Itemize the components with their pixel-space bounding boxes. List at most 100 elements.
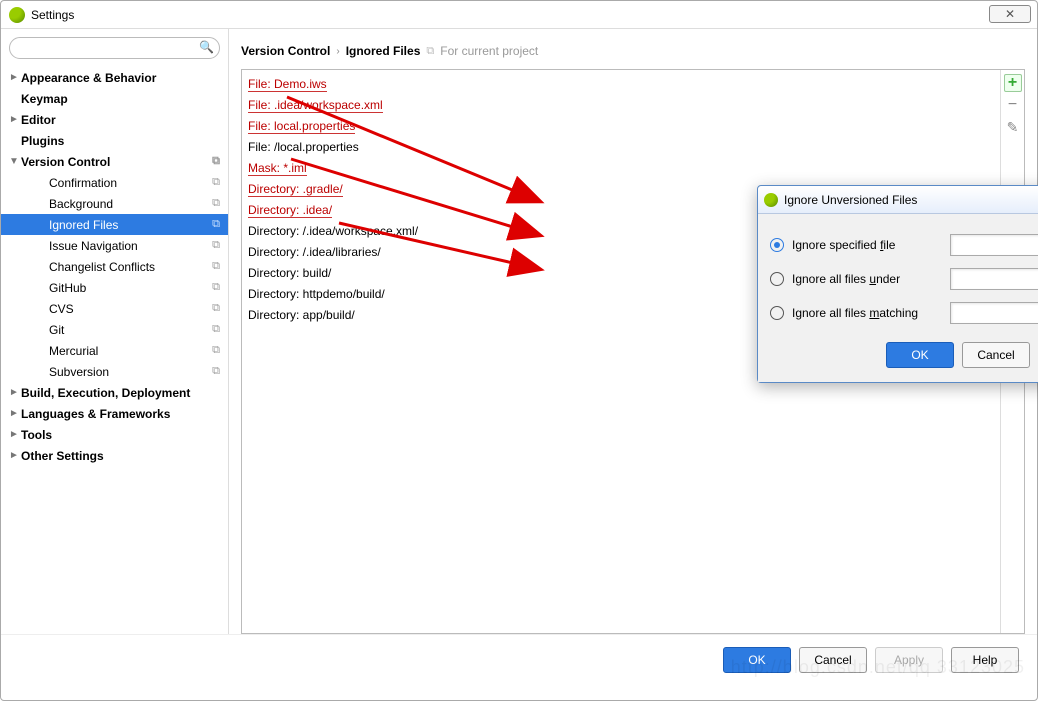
window-close-button[interactable]: ✕ [989,5,1031,23]
window-title: Settings [31,8,74,22]
dialog-titlebar[interactable]: Ignore Unversioned Files ✕ [758,186,1038,214]
sidebar-item-label: Mercurial [49,344,98,358]
sidebar-item-label: Changelist Conflicts [49,260,155,274]
sidebar-item-plugins[interactable]: Plugins [1,130,228,151]
sidebar-item-background[interactable]: Background⧉ [1,193,228,214]
project-scope-icon: ⧉ [212,218,220,231]
project-scope-icon: ⧉ [212,155,220,168]
dialog-row: Ignore specified file… [770,228,1038,262]
project-scope-icon: ⧉ [212,302,220,315]
sidebar-item-label: Confirmation [49,176,117,190]
add-button[interactable]: + [1004,74,1022,92]
settings-tree: ►Appearance & BehaviorKeymap►EditorPlugi… [1,67,228,466]
path-input[interactable] [950,302,1038,324]
path-input[interactable] [950,234,1038,256]
sidebar-item-git[interactable]: Git ⧉ [1,319,228,340]
sidebar-item-editor[interactable]: ►Editor [1,109,228,130]
sidebar-item-changelist-conflicts[interactable]: Changelist Conflicts ⧉ [1,256,228,277]
breadcrumb-sep: › [336,46,339,57]
project-scope-icon: ⧉ [212,260,220,273]
sidebar-item-label: Editor [21,113,56,127]
remove-button[interactable]: − [1004,96,1022,114]
sidebar-item-label: GitHub [49,281,86,295]
radio-label: Ignore all files matching [792,306,942,320]
chevron-icon: ► [9,408,19,419]
radio-option-2[interactable] [770,306,784,320]
ignore-unversioned-dialog: Ignore Unversioned Files ✕ Ignore specif… [757,185,1038,383]
radio-option-0[interactable] [770,238,784,252]
sidebar-item-build-execution-deployment[interactable]: ►Build, Execution, Deployment [1,382,228,403]
sidebar-item-tools[interactable]: ►Tools [1,424,228,445]
chevron-icon: ► [9,114,19,125]
edit-button[interactable]: ✎ [1004,118,1022,136]
project-scope-icon: ⧉ [212,344,220,357]
breadcrumb-part1: Version Control [241,44,330,58]
app-icon [9,7,25,23]
sidebar-item-label: Appearance & Behavior [21,71,156,85]
dialog-footer: OK Cancel Help [770,330,1038,368]
sidebar-item-label: Plugins [21,134,64,148]
content-area: Version Control › Ignored Files ⧉ For cu… [229,29,1037,634]
radio-label: Ignore all files under [792,272,942,286]
dialog-ok-button[interactable]: OK [886,342,954,368]
radio-option-1[interactable] [770,272,784,286]
sidebar-item-label: Languages & Frameworks [21,407,170,421]
sidebar-item-label: Version Control [21,155,110,169]
settings-sidebar: 🔍 ►Appearance & BehaviorKeymap►EditorPlu… [1,29,229,634]
sidebar-item-other-settings[interactable]: ►Other Settings [1,445,228,466]
list-item[interactable]: File: .idea/workspace.xml [248,95,994,116]
dialog-row: Ignore all files under… [770,262,1038,296]
radio-label: Ignore specified file [792,238,942,252]
sidebar-item-mercurial[interactable]: Mercurial ⧉ [1,340,228,361]
close-icon: ✕ [1005,7,1015,21]
breadcrumb-part2: Ignored Files [346,44,421,58]
list-item[interactable]: File: Demo.iws [248,74,994,95]
dialog-icon [764,193,778,207]
sidebar-item-label: Subversion [49,365,109,379]
project-scope-icon: ⧉ [212,281,220,294]
sidebar-item-subversion[interactable]: Subversion ⧉ [1,361,228,382]
chevron-icon: ► [9,429,19,440]
breadcrumb: Version Control › Ignored Files ⧉ For cu… [241,39,1025,63]
sidebar-item-cvs[interactable]: CVS ⧉ [1,298,228,319]
watermark: http://blog.csdn.net/qq 33123025 [731,657,1025,678]
sidebar-item-label: CVS [49,302,74,316]
sidebar-item-label: Issue Navigation [49,239,138,253]
project-scope-icon: ⧉ [212,176,220,189]
sidebar-item-version-control[interactable]: ▼Version Control ⧉ [1,151,228,172]
sidebar-item-issue-navigation[interactable]: Issue Navigation ⧉ [1,235,228,256]
titlebar: Settings ✕ [1,1,1037,29]
list-item[interactable]: Mask: *.iml [248,158,994,179]
main-layout: 🔍 ►Appearance & BehaviorKeymap►EditorPlu… [1,29,1037,634]
sidebar-item-label: Ignored Files [49,218,118,232]
project-scope-icon: ⧉ [212,197,220,210]
sidebar-item-languages-frameworks[interactable]: ►Languages & Frameworks [1,403,228,424]
dialog-cancel-button[interactable]: Cancel [962,342,1030,368]
sidebar-item-appearance-behavior[interactable]: ►Appearance & Behavior [1,67,228,88]
dialog-body: Ignore specified file…Ignore all files u… [758,214,1038,382]
dialog-title: Ignore Unversioned Files [784,193,917,207]
project-scope-icon: ⧉ [212,365,220,378]
sidebar-item-label: Build, Execution, Deployment [21,386,190,400]
chevron-icon: ► [9,450,19,461]
chevron-icon: ▼ [9,156,19,167]
search-wrap: 🔍 [1,37,228,67]
project-scope-icon: ⧉ [426,45,434,58]
project-scope-icon: ⧉ [212,239,220,252]
sidebar-item-keymap[interactable]: Keymap [1,88,228,109]
project-scope-label: For current project [440,44,538,58]
list-item[interactable]: File: /local.properties [248,137,994,158]
path-input[interactable] [950,268,1038,290]
sidebar-item-label: Git [49,323,64,337]
sidebar-item-label: Other Settings [21,449,104,463]
chevron-icon: ► [9,387,19,398]
project-scope-icon: ⧉ [212,323,220,336]
chevron-icon: ► [9,72,19,83]
sidebar-item-confirmation[interactable]: Confirmation ⧉ [1,172,228,193]
search-input[interactable] [9,37,220,59]
sidebar-item-label: Keymap [21,92,68,106]
sidebar-item-ignored-files[interactable]: Ignored Files ⧉ [1,214,228,235]
sidebar-item-github[interactable]: GitHub ⧉ [1,277,228,298]
search-icon: 🔍 [199,40,214,54]
list-item[interactable]: File: local.properties [248,116,994,137]
